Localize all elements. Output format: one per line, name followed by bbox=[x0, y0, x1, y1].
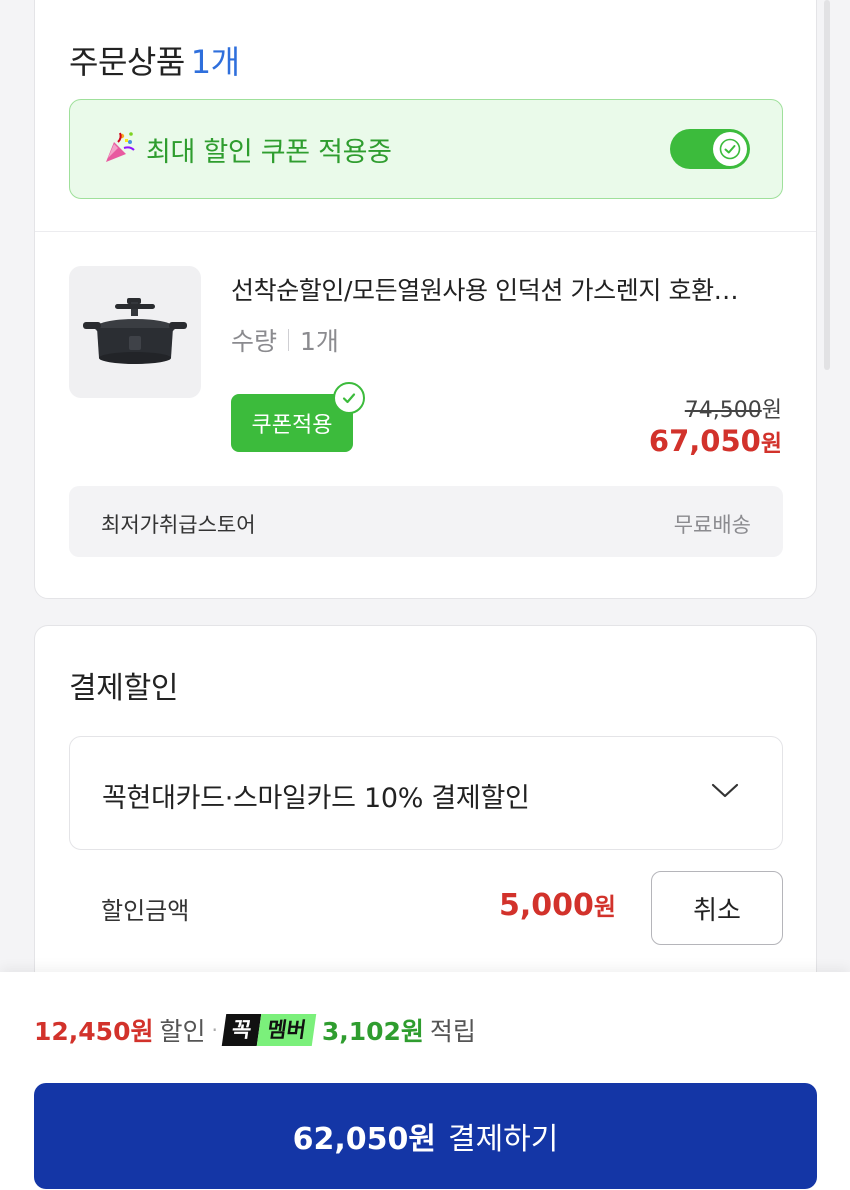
earned-points: 3,102원 bbox=[321, 1017, 424, 1046]
member-badge-k: 꼭 bbox=[221, 1014, 262, 1046]
product-name[interactable]: 선착순할인/모든열원사용 인덕션 가스렌지 호환… bbox=[231, 271, 783, 307]
checkout-amount: 62,050원 bbox=[292, 1122, 436, 1157]
store-info: 최저가취급스토어 무료배송 bbox=[69, 486, 783, 557]
sale-price-unit: 원 bbox=[760, 431, 782, 457]
cancel-discount-button[interactable]: 취소 bbox=[651, 871, 783, 945]
check-icon bbox=[719, 138, 741, 160]
scrollbar[interactable] bbox=[824, 0, 830, 370]
discount-amount-label: 할인금액 bbox=[101, 897, 190, 925]
discount-amount-value: 5,000 bbox=[499, 888, 594, 923]
member-badge-m: 멤버 bbox=[256, 1014, 317, 1046]
checkout-page: 주문상품 1개 최대 할인 쿠폰 적용중 선착순할인/모든열원사용 인덕션 가스… bbox=[0, 0, 850, 1190]
original-price: 74,500원 bbox=[685, 392, 782, 424]
shipping-info: 무료배송 bbox=[673, 513, 751, 537]
max-coupon-banner: 최대 할인 쿠폰 적용중 bbox=[69, 99, 783, 199]
product-thumbnail[interactable] bbox=[69, 266, 201, 398]
points-suffix: 적립 bbox=[429, 1017, 476, 1046]
discount-amount-unit: 원 bbox=[593, 893, 616, 921]
order-products-card: 주문상품 1개 최대 할인 쿠폰 적용중 선착순할인/모든열원사용 인덕션 가스… bbox=[34, 0, 817, 599]
original-price-value: 74,500 bbox=[684, 398, 762, 423]
coupon-check-icon bbox=[333, 382, 365, 414]
order-products-title: 주문상품 1개 bbox=[69, 37, 240, 83]
original-price-unit: 원 bbox=[761, 398, 782, 423]
sale-price: 67,050원 bbox=[649, 424, 782, 458]
qty-label: 수량 bbox=[231, 327, 278, 356]
qty-separator bbox=[288, 329, 290, 351]
sale-price-value: 67,050 bbox=[648, 424, 761, 458]
max-coupon-toggle[interactable] bbox=[670, 129, 750, 169]
benefit-summary: 12,450원 할인 · 꼭 멤버 3,102원 적립 bbox=[34, 1012, 476, 1048]
toggle-knob bbox=[713, 132, 747, 166]
summary-separator: · bbox=[211, 1018, 218, 1042]
order-title-label: 주문상품 bbox=[69, 43, 185, 81]
qty-value: 1개 bbox=[300, 327, 339, 356]
store-name: 최저가취급스토어 bbox=[101, 513, 256, 537]
discount-suffix: 할인 bbox=[159, 1017, 206, 1046]
party-popper-icon bbox=[106, 132, 135, 162]
coupon-banner-text: 최대 할인 쿠폰 적용중 bbox=[146, 137, 392, 168]
member-badge-logo: 꼭 멤버 bbox=[221, 1014, 317, 1046]
quantity-row: 수량 1개 bbox=[231, 322, 339, 358]
order-count: 1개 bbox=[190, 43, 240, 81]
card-discount-select[interactable]: 꼭현대카드·스마일카드 10% 결제할인 bbox=[69, 736, 783, 850]
bottom-checkout-bar: 12,450원 할인 · 꼭 멤버 3,102원 적립 62,050원 결제하기 bbox=[0, 972, 850, 1190]
payment-discount-title: 결제할인 bbox=[69, 671, 179, 706]
checkout-label: 결제하기 bbox=[447, 1122, 559, 1157]
divider bbox=[35, 231, 816, 232]
checkout-button[interactable]: 62,050원 결제하기 bbox=[34, 1083, 817, 1189]
pot-image bbox=[83, 298, 187, 364]
total-discount: 12,450원 bbox=[34, 1017, 154, 1046]
discount-amount: 5,000원 bbox=[499, 887, 616, 923]
chevron-down-icon bbox=[711, 783, 739, 798]
selected-card-discount: 꼭현대카드·스마일카드 10% 결제할인 bbox=[102, 783, 530, 814]
